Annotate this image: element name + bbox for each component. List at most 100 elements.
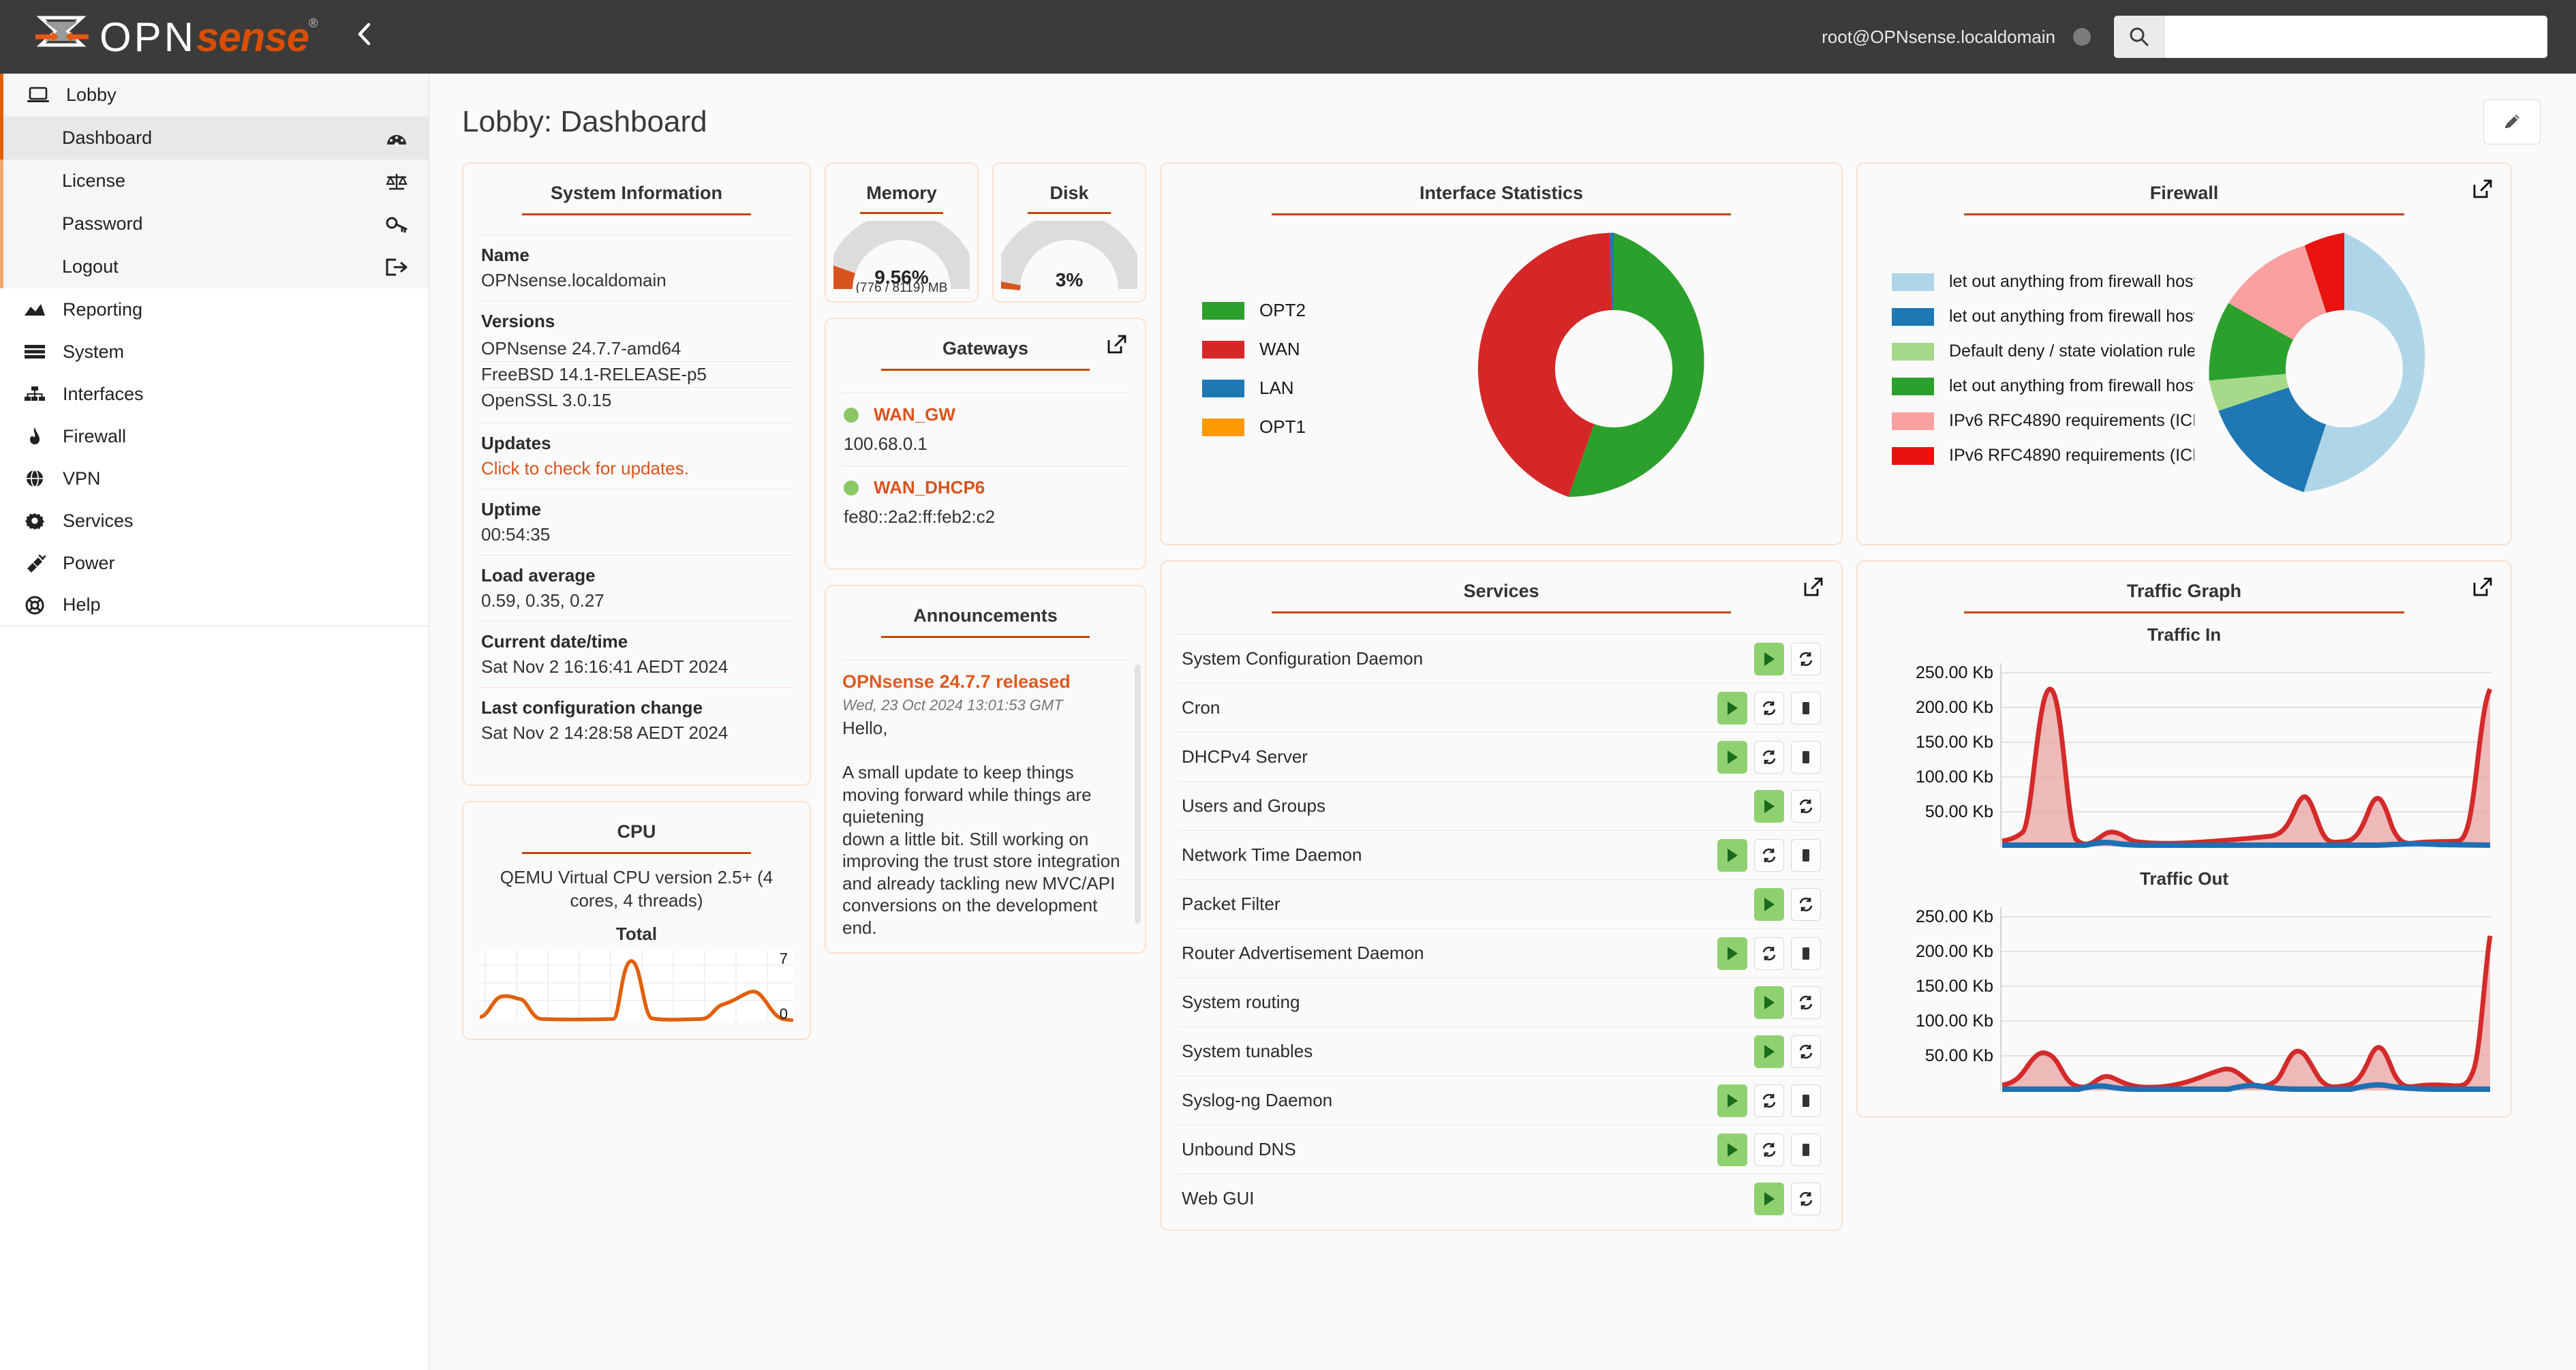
- legend-item[interactable]: let out anything from firewall host: [1892, 272, 2194, 292]
- sidebar-item-label: Help: [63, 594, 101, 615]
- service-start-button[interactable]: [1717, 937, 1747, 970]
- service-row: System tunables: [1178, 1026, 1825, 1076]
- sidebar-item-label: Logout: [62, 256, 119, 277]
- service-stop-button[interactable]: [1791, 937, 1821, 970]
- sidebar-item-reporting[interactable]: Reporting: [0, 288, 429, 331]
- search-button[interactable]: [2114, 16, 2164, 58]
- laptop-icon: [22, 86, 54, 105]
- gateway-link[interactable]: WAN_DHCP6: [844, 477, 1127, 498]
- interface-statistics-panel: Interface Statistics OPT2 WAN LAN OPT1: [1160, 162, 1843, 545]
- service-actions: [1717, 937, 1821, 970]
- service-actions: [1754, 1035, 1821, 1068]
- service-restart-button[interactable]: [1791, 986, 1821, 1019]
- sidebar-item-label: System: [63, 341, 125, 362]
- legend-item[interactable]: IPv6 RFC4890 requirements (ICMI: [1892, 411, 2194, 431]
- announcement-date: Wed, 23 Oct 2024 13:01:53 GMT: [842, 697, 1063, 714]
- legend-item[interactable]: WAN: [1202, 339, 1402, 360]
- opnsense-logo-icon: [35, 16, 89, 47]
- edit-dashboard-button[interactable]: [2483, 100, 2541, 144]
- service-restart-button[interactable]: [1754, 691, 1784, 725]
- service-restart-button[interactable]: [1754, 1084, 1784, 1117]
- sidebar-item-label: Password: [62, 213, 143, 234]
- row-label: Name: [481, 245, 530, 265]
- service-stop-button[interactable]: [1791, 838, 1821, 872]
- service-actions: [1754, 1182, 1821, 1215]
- service-restart-button[interactable]: [1791, 642, 1821, 675]
- search-box[interactable]: [2114, 16, 2547, 58]
- sidebar-item-vpn[interactable]: VPN: [0, 457, 429, 500]
- service-restart-button[interactable]: [1791, 789, 1821, 823]
- sidebar-collapse-button[interactable]: [352, 19, 375, 55]
- legend-item[interactable]: let out anything from firewall host: [1892, 307, 2194, 326]
- service-start-button[interactable]: [1754, 986, 1784, 1019]
- sidebar-item-dashboard[interactable]: Dashboard: [0, 117, 429, 159]
- service-start-button[interactable]: [1754, 789, 1784, 823]
- logo-registered-mark: ®: [309, 16, 319, 30]
- service-restart-button[interactable]: [1791, 887, 1821, 921]
- announcement-title[interactable]: OPNsense 24.7.7 released: [842, 671, 1129, 692]
- service-start-button[interactable]: [1754, 1182, 1784, 1215]
- row-value: OPNsense.localdomain: [481, 270, 666, 290]
- page-header: Lobby: Dashboard: [429, 74, 2576, 162]
- service-start-button[interactable]: [1717, 691, 1747, 725]
- sidebar-item-firewall[interactable]: Firewall: [0, 415, 429, 457]
- sidebar-item-license[interactable]: License: [3, 159, 429, 202]
- service-start-button[interactable]: [1754, 1035, 1784, 1068]
- sidebar-item-system[interactable]: System: [0, 331, 429, 373]
- legend-item[interactable]: let out anything from firewall host: [1892, 376, 2194, 396]
- service-restart-button[interactable]: [1754, 937, 1784, 970]
- legend-label: let out anything from firewall host: [1949, 272, 2194, 291]
- service-actions: [1717, 1133, 1821, 1166]
- service-actions: [1754, 887, 1821, 921]
- announcements-scrollbar[interactable]: [1135, 665, 1141, 924]
- sidebar-item-help[interactable]: Help: [0, 584, 429, 626]
- service-restart-button[interactable]: [1754, 1133, 1784, 1166]
- legend-item[interactable]: OPT2: [1202, 300, 1402, 321]
- service-start-button[interactable]: [1717, 1133, 1747, 1166]
- service-stop-button[interactable]: [1791, 691, 1821, 725]
- traffic-graph-external-link-button[interactable]: [2472, 577, 2493, 600]
- service-restart-button[interactable]: [1791, 1035, 1821, 1068]
- dashboard-column-2: Memory 9.56% (776 / 8119) MB Disk 3% Gat…: [825, 162, 1146, 954]
- legend-label: WAN: [1259, 339, 1300, 359]
- y-tick-label: 250.00 Kb: [1916, 907, 1993, 926]
- legend-item[interactable]: OPT1: [1202, 416, 1402, 438]
- service-start-button[interactable]: [1717, 1084, 1747, 1117]
- sidebar-group-lobby[interactable]: Lobby: [0, 74, 429, 117]
- sidebar-item-services[interactable]: Services: [0, 500, 429, 542]
- gateway-link[interactable]: WAN_GW: [844, 404, 1127, 425]
- sidebar-item-password[interactable]: Password: [3, 202, 429, 245]
- sidebar-item-interfaces[interactable]: Interfaces: [0, 373, 429, 415]
- panel-divider: [1963, 611, 2405, 613]
- service-start-button[interactable]: [1717, 838, 1747, 872]
- legend-item[interactable]: IPv6 RFC4890 requirements (ICMI: [1892, 446, 2194, 466]
- brand-logo[interactable]: OPN sense ®: [34, 14, 318, 61]
- service-name: Router Advertisement Daemon: [1182, 943, 1424, 963]
- sitemap-icon: [19, 385, 50, 403]
- service-stop-button[interactable]: [1791, 1084, 1821, 1117]
- service-start-button[interactable]: [1754, 887, 1784, 921]
- y-tick-label: 150.00 Kb: [1916, 733, 1993, 752]
- firewall-external-link-button[interactable]: [2472, 179, 2493, 202]
- sidebar-item-logout[interactable]: Logout: [3, 245, 429, 288]
- service-start-button[interactable]: [1754, 642, 1784, 675]
- search-input[interactable]: [2164, 16, 2547, 58]
- plug-icon: [19, 553, 50, 573]
- sidebar-item-power[interactable]: Power: [0, 542, 429, 584]
- firewall-chart: let out anything from firewall host let …: [1874, 222, 2494, 515]
- service-start-button[interactable]: [1717, 740, 1747, 774]
- check-updates-link[interactable]: Click to check for updates.: [481, 458, 792, 479]
- service-stop-button[interactable]: [1791, 1133, 1821, 1166]
- gateways-external-link-button[interactable]: [1107, 334, 1127, 358]
- service-stop-button[interactable]: [1791, 740, 1821, 774]
- legend-swatch: [1892, 307, 1934, 326]
- panel-title: Gateways: [942, 338, 1029, 359]
- service-restart-button[interactable]: [1754, 740, 1784, 774]
- service-actions: [1717, 838, 1821, 872]
- service-restart-button[interactable]: [1791, 1182, 1821, 1215]
- legend-item[interactable]: LAN: [1202, 378, 1402, 399]
- fire-icon: [19, 427, 50, 446]
- legend-item[interactable]: Default deny / state violation rule: [1892, 341, 2194, 361]
- service-restart-button[interactable]: [1754, 838, 1784, 872]
- services-external-link-button[interactable]: [1803, 577, 1824, 600]
